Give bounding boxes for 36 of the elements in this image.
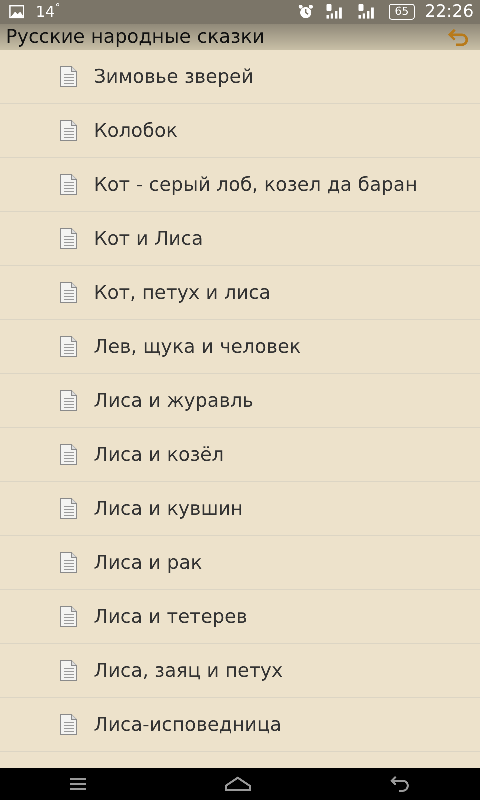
story-list-item[interactable]: Лев, щука и человек	[0, 320, 480, 374]
clock-text: 22:26	[425, 2, 474, 22]
document-icon	[60, 660, 78, 682]
document-icon	[60, 66, 78, 88]
document-icon	[60, 714, 78, 736]
document-icon	[60, 228, 78, 250]
story-list-item[interactable]: Лиса и тетерев	[0, 590, 480, 644]
story-list-item[interactable]: Зимовье зверей	[0, 50, 480, 104]
document-icon	[60, 174, 78, 196]
alarm-clock-icon	[298, 4, 314, 20]
story-list-item[interactable]: Лиса и кувшин	[0, 482, 480, 536]
story-list-item[interactable]: Лиса и козёл	[0, 428, 480, 482]
document-icon	[60, 606, 78, 628]
story-list-item[interactable]: Кот, петух и лиса	[0, 266, 480, 320]
story-list-item[interactable]: Кот и Лиса	[0, 212, 480, 266]
document-icon	[60, 390, 78, 412]
story-list-item[interactable]: Лиса и журавль	[0, 374, 480, 428]
back-icon[interactable]	[389, 776, 411, 792]
document-icon	[60, 444, 78, 466]
degree-icon	[56, 3, 60, 7]
home-icon[interactable]	[225, 776, 251, 792]
story-list-item[interactable]: Лиса и рак	[0, 536, 480, 590]
document-icon	[60, 498, 78, 520]
screen-title: Русские народные сказки	[6, 26, 265, 48]
document-icon	[60, 336, 78, 358]
battery-indicator: 65	[389, 4, 415, 20]
temperature-text: 14	[36, 3, 56, 21]
document-icon	[60, 120, 78, 142]
story-list-item[interactable]: Лиса, заяц и петух	[0, 644, 480, 698]
image-icon	[9, 5, 25, 19]
document-icon	[60, 552, 78, 574]
menu-icon[interactable]	[69, 777, 87, 791]
story-list-item[interactable]: Кот - серый лоб, козел да баран	[0, 158, 480, 212]
document-icon	[60, 282, 78, 304]
story-list-item[interactable]: Лиса-исповедница	[0, 698, 480, 752]
story-list-item[interactable]: Колобок	[0, 104, 480, 158]
